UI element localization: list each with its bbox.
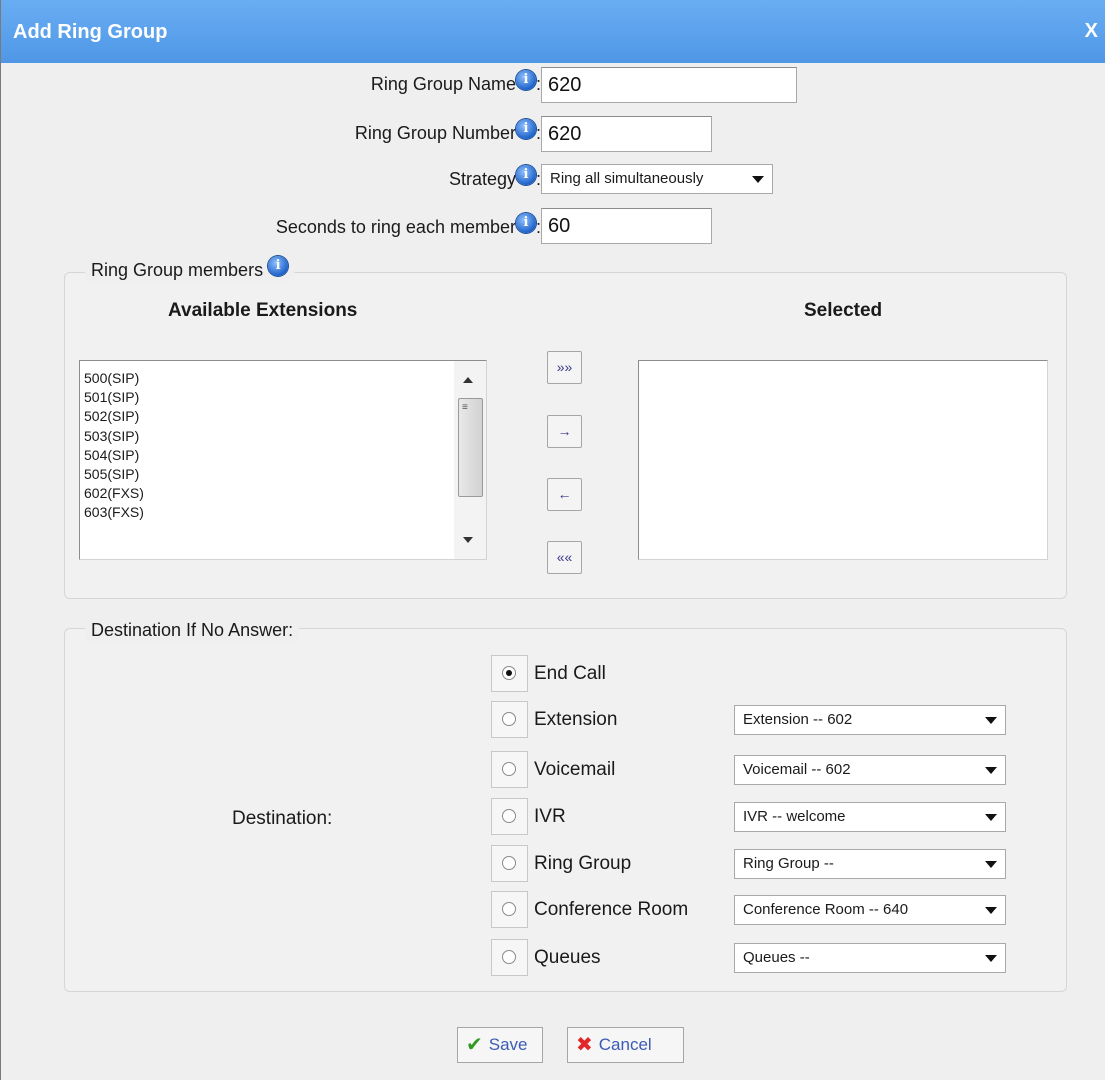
ring-group-number-label: Ring Group Number i: (354, 119, 541, 143)
radio-circle-icon (502, 856, 516, 870)
destination-option-label[interactable]: Queues (534, 947, 601, 969)
destination-option-label[interactable]: Ring Group (534, 853, 631, 875)
chevron-down-icon (985, 717, 997, 724)
strategy-label: Strategy i: (448, 165, 541, 189)
save-label: Save (488, 1035, 528, 1054)
destination-select[interactable]: Conference Room -- 640 (734, 895, 1006, 925)
destination-select-value: IVR -- welcome (743, 808, 846, 825)
destination-select[interactable]: Ring Group -- (734, 849, 1006, 879)
close-icon: ✖ (576, 1034, 593, 1056)
chevron-down-icon (985, 907, 997, 914)
ring-group-name-label: Ring Group Name i: (370, 70, 541, 94)
strategy-select-value: Ring all simultaneously (550, 170, 704, 187)
destination-legend: Destination If No Answer: (85, 620, 300, 641)
dialog-titlebar: Add Ring Group X (1, 0, 1105, 63)
info-icon[interactable]: i (515, 70, 536, 90)
list-item[interactable]: 500(SIP) (80, 369, 486, 388)
grip-icon: ≡ (462, 402, 468, 413)
destination-label: Destination: (232, 808, 333, 829)
list-item[interactable]: 603(FXS) (80, 503, 486, 522)
ring-group-number-input[interactable]: 620 (541, 116, 712, 152)
destination-option-label[interactable]: End Call (534, 663, 606, 685)
seconds-label-text: Seconds to ring each member (275, 217, 516, 237)
list-item[interactable]: 505(SIP) (80, 465, 486, 484)
list-item[interactable]: 502(SIP) (80, 407, 486, 426)
destination-select[interactable]: Voicemail -- 602 (734, 755, 1006, 785)
destination-select-value: Voicemail -- 602 (743, 761, 851, 778)
add-ring-group-dialog: Add Ring Group X Ring Group Name i: 620 R… (0, 0, 1105, 1080)
destination-select-value: Queues -- (743, 949, 810, 966)
selected-title: Selected (804, 300, 883, 321)
destination-select-value: Extension -- 602 (743, 711, 853, 728)
list-item[interactable]: 602(FXS) (80, 484, 486, 503)
strategy-row: Strategy i: (1, 160, 541, 198)
strategy-label-text: Strategy (448, 169, 516, 189)
list-item[interactable]: 504(SIP) (80, 446, 486, 465)
destination-radio[interactable] (491, 798, 528, 835)
info-icon[interactable]: i (515, 213, 536, 233)
list-item[interactable]: 503(SIP) (80, 427, 486, 446)
chevron-down-icon (985, 767, 997, 774)
save-button[interactable]: ✔ Save (457, 1027, 543, 1063)
destination-select-value: Conference Room -- 640 (743, 901, 909, 918)
destination-radio[interactable] (491, 845, 528, 882)
destination-radio[interactable] (491, 655, 528, 692)
ring-group-name-input[interactable]: 620 (541, 67, 797, 103)
destination-option-label[interactable]: Conference Room (534, 899, 688, 921)
available-extensions-list[interactable]: 500(SIP) 501(SIP) 502(SIP) 503(SIP) 504(… (79, 360, 487, 560)
remove-button[interactable]: ← (547, 478, 582, 511)
cancel-button[interactable]: ✖ Cancel (567, 1027, 684, 1063)
seconds-row: Seconds to ring each member i: (1, 208, 541, 246)
radio-circle-icon (502, 950, 516, 964)
chevron-down-icon (752, 176, 764, 183)
destination-radio[interactable] (491, 751, 528, 788)
checkmark-icon: ✔ (466, 1034, 483, 1056)
destination-radio[interactable] (491, 891, 528, 928)
scrollbar[interactable]: ≡ (454, 361, 486, 559)
destination-radio[interactable] (491, 939, 528, 976)
radio-circle-icon (502, 712, 516, 726)
destination-option-label[interactable]: Extension (534, 709, 617, 731)
members-legend-text: Ring Group members (91, 260, 264, 280)
ring-group-number-label-text: Ring Group Number (354, 123, 516, 143)
seconds-input[interactable]: 60 (541, 208, 712, 244)
destination-radio[interactable] (491, 701, 528, 738)
available-title: Available Extensions (168, 300, 358, 321)
add-button[interactable]: → (547, 415, 582, 448)
radio-circle-icon (502, 762, 516, 776)
add-all-button[interactable]: »» (547, 351, 582, 384)
ring-group-number-row: Ring Group Number i: (1, 114, 541, 152)
radio-circle-icon (502, 902, 516, 916)
dialog-title: Add Ring Group (13, 21, 168, 43)
destination-select[interactable]: Queues -- (734, 943, 1006, 973)
radio-circle-icon (502, 809, 516, 823)
destination-select[interactable]: Extension -- 602 (734, 705, 1006, 735)
chevron-down-icon (985, 814, 997, 821)
ring-group-name-row: Ring Group Name i: (1, 65, 541, 103)
seconds-label: Seconds to ring each member i: (275, 213, 541, 237)
info-icon[interactable]: i (515, 165, 536, 185)
destination-option-label[interactable]: Voicemail (534, 759, 615, 781)
ring-group-name-label-text: Ring Group Name (370, 74, 516, 94)
selected-extensions-list[interactable] (638, 360, 1048, 560)
scroll-up-icon[interactable] (463, 377, 473, 383)
destination-select-value: Ring Group -- (743, 855, 834, 872)
members-legend: Ring Group members i (85, 256, 295, 281)
list-item[interactable]: 501(SIP) (80, 388, 486, 407)
chevron-down-icon (985, 955, 997, 962)
destination-option-label[interactable]: IVR (534, 806, 566, 828)
close-button[interactable]: X (1085, 20, 1098, 43)
radio-circle-icon (502, 666, 516, 680)
info-icon[interactable]: i (515, 119, 536, 139)
chevron-down-icon (985, 861, 997, 868)
info-icon[interactable]: i (268, 256, 289, 276)
cancel-label: Cancel (598, 1035, 652, 1054)
strategy-select[interactable]: Ring all simultaneously (541, 164, 773, 194)
remove-all-button[interactable]: «« (547, 541, 582, 574)
scroll-down-icon[interactable] (463, 537, 473, 543)
destination-select[interactable]: IVR -- welcome (734, 802, 1006, 832)
